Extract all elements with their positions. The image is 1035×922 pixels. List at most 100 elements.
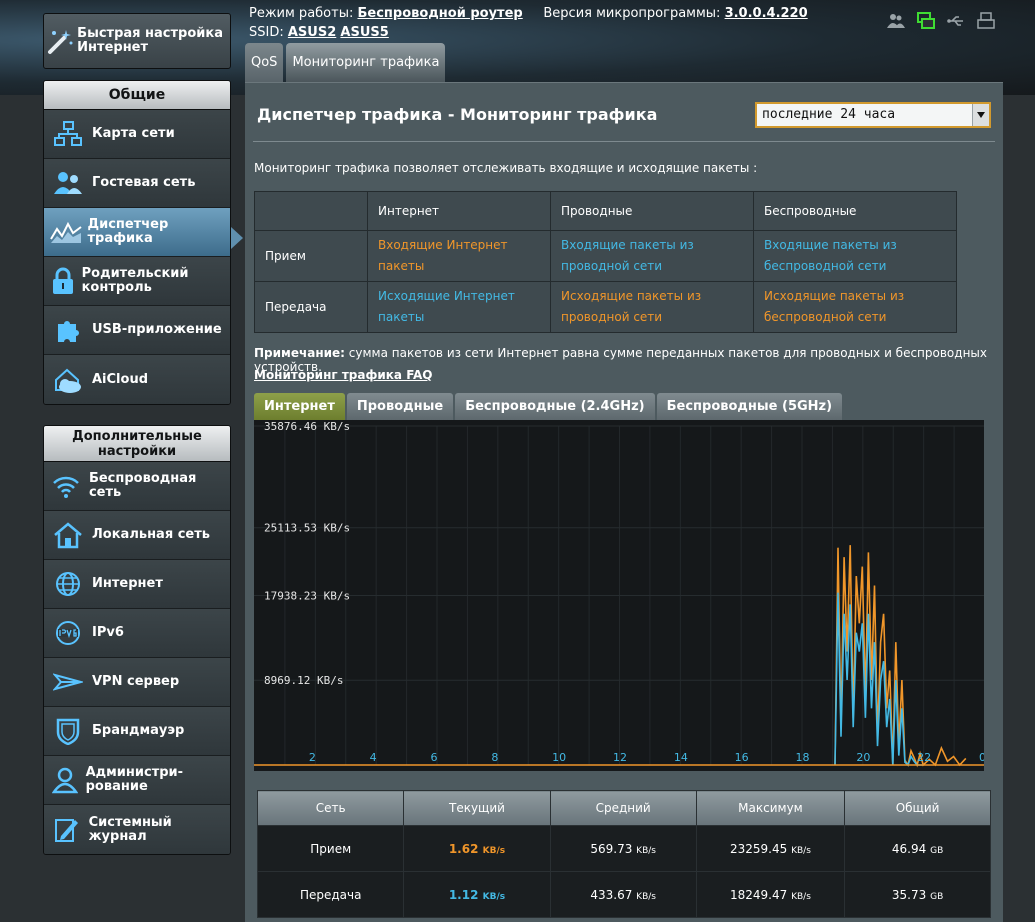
tab-qos[interactable]: QoS xyxy=(245,43,284,82)
firmware-version-link[interactable]: 3.0.0.4.220 xyxy=(725,6,808,21)
sidebar-item-traffic-manager[interactable]: Диспетчер трафика xyxy=(44,208,230,257)
stats-header-average: Средний xyxy=(549,790,697,826)
sidebar-item-wireless[interactable]: Беспроводная сеть xyxy=(44,462,230,511)
chart-tabs: Интернет Проводные Беспроводные (2.4GHz)… xyxy=(254,393,843,420)
sidebar-item-label: AiCloud xyxy=(92,371,149,387)
stats-rx-total-unit: GB xyxy=(930,845,944,856)
chart-tab-wireless-24[interactable]: Беспроводные (2.4GHz) xyxy=(455,393,655,420)
legend-tx-wireless: Исходящие пакеты из беспроводной сети xyxy=(753,281,957,333)
network-status-icon[interactable] xyxy=(917,12,935,30)
traffic-chart-svg: 35876.46 KB/s 25113.53 KB/s 17938.23 KB/s 8… xyxy=(254,420,984,768)
sidebar-item-firewall[interactable]: Брандмауэр xyxy=(44,707,230,756)
sidebar-item-administration[interactable]: Администри-рование xyxy=(44,756,230,805)
chart-x-tick-label: 12 xyxy=(613,751,627,764)
stats-tx-current-value: 1.12 xyxy=(448,887,479,902)
chart-y-tick-label: 25113.53 KB/s xyxy=(264,522,350,535)
globe-icon xyxy=(44,560,92,609)
chart-tab-wired[interactable]: Проводные xyxy=(346,393,454,420)
divider xyxy=(253,141,995,142)
chart-tab-wireless-5[interactable]: Беспроводные (5GHz) xyxy=(656,393,843,420)
sidebar-item-label: Беспроводная сеть xyxy=(88,471,197,500)
stats-tx-total: 35.73 GB xyxy=(844,871,991,918)
sidebar-item-vpn[interactable]: VPN сервер xyxy=(44,658,230,707)
stats-rx-max-unit: KB/s xyxy=(791,845,811,856)
legend-header-wireless: Беспроводные xyxy=(753,191,957,231)
legend-header-wired: Проводные xyxy=(550,191,754,231)
stats-rx-current-value: 1.62 xyxy=(448,841,479,856)
chart-tab-internet[interactable]: Интернет xyxy=(254,393,345,420)
stats-header-current: Текущий xyxy=(403,790,551,826)
chart-x-tick-label: 8 xyxy=(491,751,498,764)
system-log-icon xyxy=(44,805,89,854)
chart-y-tick-label: 8969.12 KB/s xyxy=(264,674,343,687)
legend-rx-label: Прием xyxy=(254,230,368,282)
sidebar-item-label: Диспетчер трафика xyxy=(87,217,169,246)
stats-row-tx: Передача 1.12 KB/s 433.67 KB/s 18249.47 … xyxy=(256,871,991,918)
stats-header-network: Сеть xyxy=(256,790,405,826)
page-tabs: QoS Мониторинг трафика xyxy=(245,43,446,82)
sidebar-item-guest-network[interactable]: Гостевая сеть xyxy=(44,159,230,208)
stats-rx-current: 1.62 KB/s xyxy=(403,825,551,872)
stats-rx-label: Прием xyxy=(256,825,405,872)
chart-x-tick-label: 20 xyxy=(856,751,870,764)
stats-tx-avg: 433.67 KB/s xyxy=(549,871,697,918)
stats-row-rx: Прием 1.62 KB/s 569.73 KB/s 23259.45 KB/… xyxy=(256,825,991,872)
stats-tx-avg-unit: KB/s xyxy=(636,891,656,902)
wireless-icon xyxy=(44,462,89,511)
sidebar-item-label: Администри-рование xyxy=(85,765,184,794)
sidebar-item-label: Родительский контроль xyxy=(81,266,189,295)
chart-x-tick-label: 14 xyxy=(674,751,688,764)
stats-rx-avg-value: 569.73 xyxy=(590,841,633,856)
sidebar-item-label: Локальная сеть xyxy=(92,527,210,542)
sidebar-item-network-map[interactable]: Карта сети xyxy=(44,110,230,159)
period-select[interactable]: последние 24 часа xyxy=(755,102,991,128)
chart-y-tick-label: 17938.23 KB/s xyxy=(264,590,350,603)
page-title: Диспетчер трафика - Мониторинг трафика xyxy=(257,105,658,124)
stats-rx-avg: 569.73 KB/s xyxy=(549,825,697,872)
stats-tx-current-unit: KB/s xyxy=(482,891,506,902)
stats-rx-avg-unit: KB/s xyxy=(636,845,656,856)
advanced-header: Дополнительные настройки xyxy=(44,426,230,462)
sidebar-item-label: VPN сервер xyxy=(92,674,180,689)
sidebar-item-usb-app[interactable]: USB-приложение xyxy=(44,306,230,355)
description: Мониторинг трафика позволяет отслеживать… xyxy=(254,161,758,175)
chart-x-tick-label: 16 xyxy=(735,751,749,764)
sidebar-item-system-log[interactable]: Системный журнал xyxy=(44,805,230,854)
sidebar-item-label: Системный журнал xyxy=(88,814,172,844)
active-item-pointer xyxy=(231,227,243,249)
sidebar-item-parental-control[interactable]: Родительский контроль xyxy=(44,257,230,306)
sidebar-item-lan[interactable]: Локальная сеть xyxy=(44,511,230,560)
legend-tx-wired: Исходящие пакеты из проводной сети xyxy=(550,281,754,333)
stats-rx-total: 46.94 GB xyxy=(844,825,991,872)
admin-user-icon xyxy=(44,756,86,805)
legend-tx-label: Передача xyxy=(254,281,368,333)
operation-mode-link[interactable]: Беспроводной роутер xyxy=(357,6,522,21)
operation-mode-label: Режим работы: xyxy=(249,6,354,21)
faq-link[interactable]: Мониторинг трафика FAQ xyxy=(254,368,433,382)
quick-setup-label: Быстрая настройка Интернет xyxy=(77,26,223,55)
legend-header-internet: Интернет xyxy=(367,191,551,231)
clients-icon[interactable] xyxy=(887,12,905,30)
parental-lock-icon xyxy=(44,257,82,306)
stats-tx-label: Передача xyxy=(256,871,405,918)
printer-icon[interactable] xyxy=(977,12,995,30)
stats-tx-max-value: 18249.47 xyxy=(730,887,788,902)
sidebar-item-aicloud[interactable]: AiCloud xyxy=(44,355,230,404)
sidebar-item-internet[interactable]: Интернет xyxy=(44,560,230,609)
sidebar-item-label: IPv6 xyxy=(92,625,124,640)
sidebar-item-ipv6[interactable]: IPv6 xyxy=(44,609,230,658)
quick-internet-setup-button[interactable]: Быстрая настройка Интернет xyxy=(43,13,231,69)
sidebar: Быстрая настройка Интернет Общие Карта с… xyxy=(0,0,243,921)
status-icons xyxy=(887,12,995,30)
sidebar-item-label: Карта сети xyxy=(92,126,175,141)
traffic-manager-icon xyxy=(44,208,88,257)
stats-tx-total-value: 35.73 xyxy=(891,887,927,902)
chevron-down-icon[interactable] xyxy=(972,104,989,126)
tab-traffic-monitor[interactable]: Мониторинг трафика xyxy=(286,43,446,82)
sidebar-item-label: Гостевая сеть xyxy=(92,175,196,190)
usb-status-icon[interactable] xyxy=(947,12,965,30)
firewall-shield-icon xyxy=(44,707,92,756)
stats-rx-max-value: 23259.45 xyxy=(730,841,788,856)
ssid-link-2[interactable]: ASUS5 xyxy=(340,25,388,40)
ssid-link-1[interactable]: ASUS2 xyxy=(288,25,336,40)
